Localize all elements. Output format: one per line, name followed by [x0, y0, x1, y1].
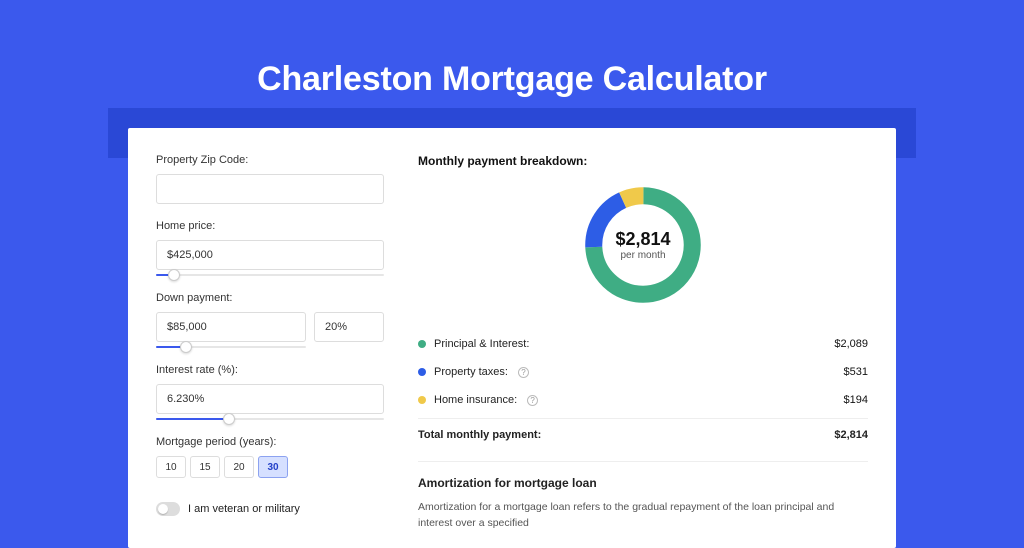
- legend-label: Home insurance:: [434, 394, 517, 406]
- home-price-field-group: Home price:: [156, 220, 384, 276]
- home-price-input[interactable]: [156, 240, 384, 270]
- period-option-10[interactable]: 10: [156, 456, 186, 478]
- total-label: Total monthly payment:: [418, 429, 541, 441]
- legend-label: Property taxes:: [434, 366, 508, 378]
- veteran-toggle[interactable]: [156, 502, 180, 516]
- donut-sub: per month: [615, 250, 670, 261]
- home-price-slider[interactable]: [156, 274, 384, 276]
- zip-label: Property Zip Code:: [156, 154, 384, 166]
- total-row: Total monthly payment: $2,814: [418, 418, 868, 451]
- donut-chart: $2,814 per month: [418, 180, 868, 310]
- interest-slider[interactable]: [156, 418, 384, 420]
- amortization-text: Amortization for a mortgage loan refers …: [418, 500, 868, 532]
- breakdown-title: Monthly payment breakdown:: [418, 154, 868, 168]
- period-option-30[interactable]: 30: [258, 456, 288, 478]
- interest-field-group: Interest rate (%):: [156, 364, 384, 420]
- period-field-group: Mortgage period (years): 10152030: [156, 436, 384, 478]
- legend-dot: [418, 340, 426, 348]
- legend-label: Principal & Interest:: [434, 338, 529, 350]
- down-payment-field-group: Down payment:: [156, 292, 384, 348]
- period-options: 10152030: [156, 456, 384, 478]
- zip-input[interactable]: [156, 174, 384, 204]
- down-payment-label: Down payment:: [156, 292, 384, 304]
- interest-label: Interest rate (%):: [156, 364, 384, 376]
- zip-field-group: Property Zip Code:: [156, 154, 384, 204]
- page-title: Charleston Mortgage Calculator: [0, 0, 1024, 123]
- info-icon[interactable]: ?: [527, 395, 538, 406]
- calculator-panel: Property Zip Code: Home price: Down paym…: [128, 128, 896, 548]
- legend-row: Property taxes:? $531: [418, 358, 868, 386]
- down-payment-pct-input[interactable]: [314, 312, 384, 342]
- legend-dot: [418, 368, 426, 376]
- home-price-label: Home price:: [156, 220, 384, 232]
- legend: Principal & Interest: $2,089 Property taxe…: [418, 330, 868, 414]
- donut-center: $2,814 per month: [615, 229, 670, 261]
- slider-thumb[interactable]: [168, 269, 180, 281]
- slider-thumb[interactable]: [180, 341, 192, 353]
- legend-dot: [418, 396, 426, 404]
- veteran-toggle-row: I am veteran or military: [156, 502, 384, 516]
- down-payment-input[interactable]: [156, 312, 306, 342]
- amortization-title: Amortization for mortgage loan: [418, 476, 868, 490]
- total-value: $2,814: [834, 429, 868, 441]
- legend-value: $531: [844, 366, 868, 378]
- slider-thumb[interactable]: [223, 413, 235, 425]
- period-option-20[interactable]: 20: [224, 456, 254, 478]
- down-payment-slider[interactable]: [156, 346, 306, 348]
- breakdown-column: Monthly payment breakdown: $2,814 per mo…: [408, 128, 896, 548]
- period-label: Mortgage period (years):: [156, 436, 384, 448]
- legend-row: Home insurance:? $194: [418, 386, 868, 414]
- inputs-column: Property Zip Code: Home price: Down paym…: [128, 128, 408, 548]
- veteran-label: I am veteran or military: [188, 503, 300, 515]
- period-option-15[interactable]: 15: [190, 456, 220, 478]
- amortization-section: Amortization for mortgage loan Amortizat…: [418, 461, 868, 532]
- legend-value: $194: [844, 394, 868, 406]
- info-icon[interactable]: ?: [518, 367, 529, 378]
- legend-row: Principal & Interest: $2,089: [418, 330, 868, 358]
- interest-input[interactable]: [156, 384, 384, 414]
- legend-value: $2,089: [834, 338, 868, 350]
- donut-value: $2,814: [615, 229, 670, 250]
